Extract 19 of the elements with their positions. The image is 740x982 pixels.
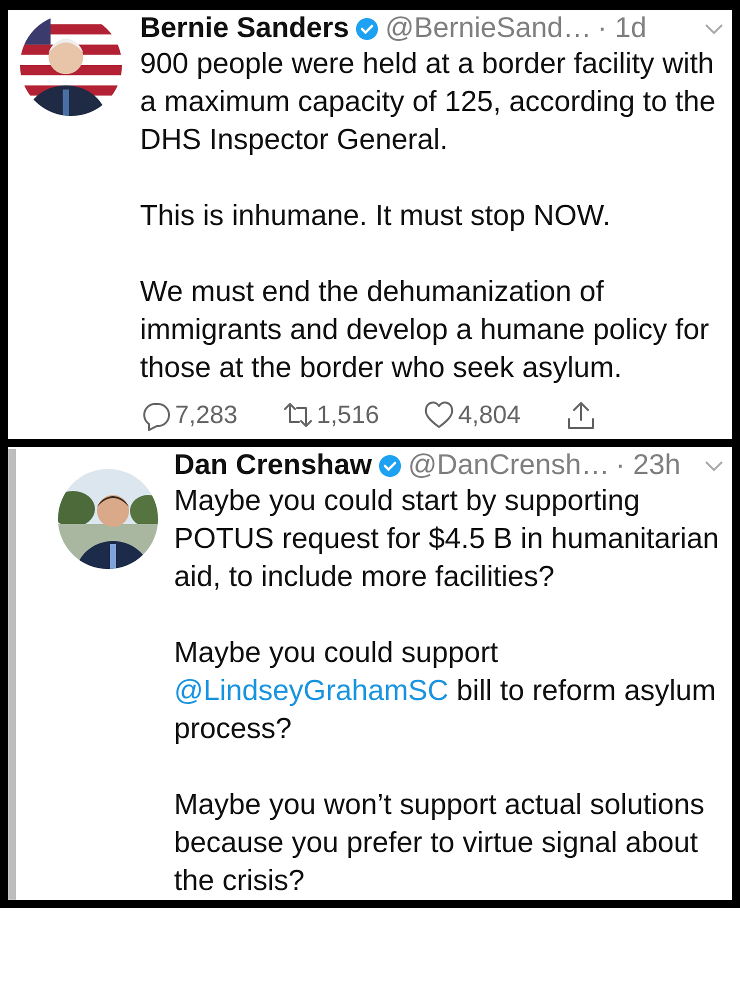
tweet-text: Maybe you could start by supporting POTUS request for $4.5 B in humanitarian aid, to include more facilities?: [174, 484, 720, 595]
heart-icon: [423, 399, 456, 431]
tweet-text: We must end the dehumanization of immigrants and develop a humane policy for those at the border who seek asylum.: [140, 275, 710, 386]
author-name[interactable]: Dan Crenshaw: [174, 449, 372, 482]
tweet-text: 900 people were held at a border facility with a maximum capacity of 125, according to the DHS Inspector General.: [140, 47, 716, 158]
count-label: 4,804: [458, 400, 521, 430]
count-label: 1,516: [316, 400, 380, 430]
chevron-down-icon[interactable]: [704, 458, 724, 472]
author-handle[interactable]: @DanCrensh…: [408, 449, 610, 482]
author-handle[interactable]: @BernieSand…: [385, 12, 592, 45]
mention-link[interactable]: @LindseyGrahamSC: [174, 675, 448, 707]
timestamp[interactable]: · 1d: [597, 12, 647, 45]
author-name[interactable]: Bernie Sanders: [140, 12, 350, 45]
count-label: 7,283: [175, 400, 238, 430]
chevron-down-icon[interactable]: [704, 22, 724, 36]
tweet-text: This is inhumane. It must stop NOW.: [140, 199, 612, 234]
timestamp[interactable]: · 23h: [616, 449, 681, 482]
tweet-text: Maybe you could support @LindseyGrahamSC bill to reform asylum process?: [174, 636, 717, 747]
tweet-text: Maybe you won’t support actual solutions because you prefer to virtue signal about the crisis?: [174, 788, 706, 899]
